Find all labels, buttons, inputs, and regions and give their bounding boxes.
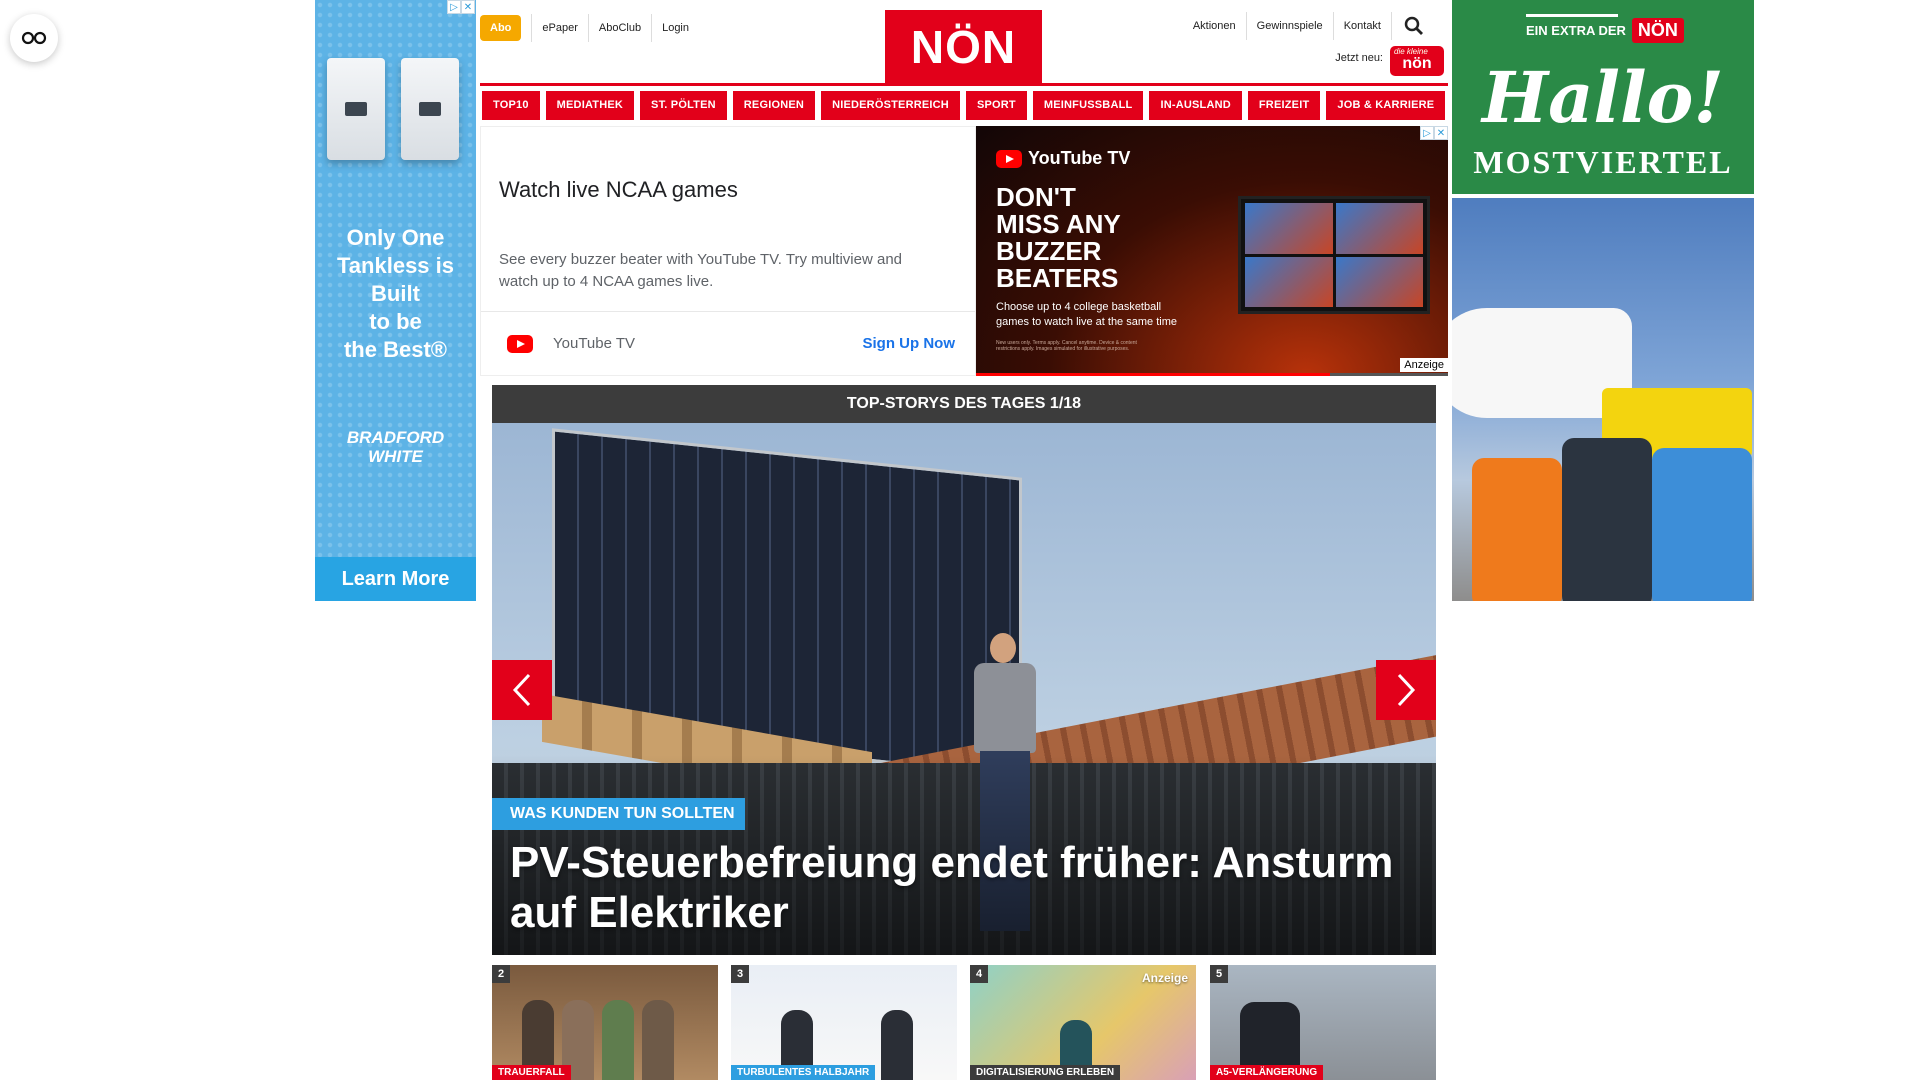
suitcase <box>1652 448 1752 601</box>
jetzt-neu-label: Jetzt neu: <box>1335 52 1383 64</box>
ad-description: See every buzzer beater with YouTube TV.… <box>499 251 903 290</box>
extra-der-noen: EIN EXTRA DER NÖN <box>1526 14 1684 43</box>
nav-item-niederoesterreich[interactable]: NIEDERÖSTERREICH <box>821 91 960 120</box>
aboclub-link[interactable]: AboClub <box>587 14 651 42</box>
decorative-line <box>1526 14 1618 17</box>
banner-fine-print: New users only. Terms apply. Cancel anyt… <box>996 340 1137 352</box>
badge-small-text: die kleine <box>1394 47 1428 56</box>
thumb-number: 2 <box>492 965 510 983</box>
banner-headline: DON'T MISS ANY BUZZER BEATERS <box>996 182 1121 293</box>
person-figure <box>642 1000 674 1080</box>
youtube-tv-logo: YouTube TV <box>996 148 1130 169</box>
extra-label: EIN EXTRA DER <box>1526 23 1626 38</box>
die-kleine-noen-badge[interactable]: die kleine nön <box>1390 46 1444 76</box>
water-heater-image <box>401 58 459 160</box>
thumb-label: TURBULENTES HALBJAHR <box>731 1065 876 1080</box>
worker-head <box>990 633 1016 663</box>
hallo-title: Hallo! <box>1481 56 1725 139</box>
learn-more-button[interactable]: Learn More <box>315 557 476 601</box>
slider-prev-button[interactable] <box>492 660 552 720</box>
banner-progress-bar <box>976 373 1448 376</box>
ad-title[interactable]: Watch live NCAA games <box>499 177 738 203</box>
youtube-tv-text-ad[interactable]: Watch live NCAA games See every buzzer b… <box>480 126 976 376</box>
left-skyscraper-ad[interactable]: ▷ ✕ Only One Tankless is Built to be the… <box>315 0 476 601</box>
banner-subtext: Choose up to 4 college basketball games … <box>996 301 1177 328</box>
thumb-label: TRAUERFALL <box>492 1065 571 1080</box>
game-tile <box>1335 256 1423 307</box>
multiview-tv-image <box>1238 196 1430 314</box>
game-tile <box>1335 203 1423 254</box>
thumb-number: 3 <box>731 965 749 983</box>
nav-item-in-ausland[interactable]: IN-AUSLAND <box>1149 91 1242 120</box>
region-title: MOSTVIERTEL <box>1473 144 1733 180</box>
person-figure <box>881 1010 913 1080</box>
adchoices-icon[interactable]: ▷ <box>1420 126 1434 140</box>
abo-button[interactable]: Abo <box>480 15 522 41</box>
thumb-label: DIGITALISIERUNG ERLEBEN <box>970 1065 1121 1080</box>
thumb-number: 5 <box>1210 965 1228 983</box>
main-navigation: TOP10 MEDIATHEK ST. PÖLTEN REGIONEN NIED… <box>482 91 1446 120</box>
ad-tagline: Only One Tankless is Built to be the Bes… <box>337 225 454 362</box>
login-link[interactable]: Login <box>651 14 699 42</box>
nav-item-job-karriere[interactable]: JOB & KARRIERE <box>1326 91 1446 120</box>
suitcase <box>1472 458 1562 601</box>
game-tile <box>1245 256 1333 307</box>
anzeige-label: Anzeige <box>1400 358 1448 372</box>
noen-logo: NÖN <box>1631 18 1684 43</box>
nav-item-top10[interactable]: TOP10 <box>482 91 540 120</box>
story-thumb[interactable]: 3 TURBULENTES HALBJAHR <box>731 965 957 1080</box>
banner-progress-fill <box>976 373 1330 376</box>
story-kicker[interactable]: WAS KUNDEN TUN SOLLTEN <box>492 798 745 830</box>
header-left-links: Abo ePaper AboClub Login <box>480 14 699 42</box>
ad-divider <box>481 311 975 312</box>
airport-luggage-ad[interactable] <box>1452 198 1754 601</box>
search-icon[interactable] <box>1404 16 1424 36</box>
top-stories-heading: TOP-STORYS DES TAGES 1/18 <box>492 385 1436 423</box>
ad-brand: YouTube TV <box>553 335 636 352</box>
nav-item-meinfussball[interactable]: MEINFUSSBALL <box>1032 91 1144 120</box>
slider-next-button[interactable] <box>1376 660 1436 720</box>
story-thumb[interactable]: 5 A5-VERLÄNGERUNG <box>1210 965 1436 1080</box>
nav-item-st-poelten[interactable]: ST. PÖLTEN <box>640 91 727 120</box>
youtube-tv-logo-text: YouTube TV <box>1028 148 1131 168</box>
hallo-mostviertel-ad[interactable]: EIN EXTRA DER NÖN Hallo! MOSTVIERTEL <box>1452 0 1754 194</box>
sign-up-now-button[interactable]: Sign Up Now <box>863 335 956 352</box>
suitcase <box>1562 438 1652 601</box>
youtube-icon <box>996 149 1022 168</box>
thumb-number: 4 <box>970 965 988 983</box>
epaper-link[interactable]: ePaper <box>531 14 587 42</box>
youtube-tv-banner-ad[interactable]: ▷ ✕ YouTube TV DON'T MISS ANY BUZZER BEA… <box>976 126 1448 376</box>
story-thumb[interactable]: 2 TRAUERFALL <box>492 965 718 1080</box>
aktionen-link[interactable]: Aktionen <box>1183 12 1247 40</box>
header-divider <box>480 83 1448 86</box>
game-tile <box>1245 203 1333 254</box>
worker-shirt <box>974 663 1036 753</box>
ad-brand-logo: BRADFORD WHITE <box>346 428 445 466</box>
anzeige-label: Anzeige <box>1141 971 1188 985</box>
adchoices-icon[interactable]: ▷ <box>447 0 461 14</box>
badge-text: nön <box>1402 55 1432 72</box>
reader-mode-button[interactable] <box>10 14 58 62</box>
story-thumb[interactable]: 4 Anzeige DIGITALISIERUNG ERLEBEN <box>970 965 1196 1080</box>
nav-item-mediathek[interactable]: MEDIATHEK <box>545 91 635 120</box>
chevron-left-icon <box>512 673 531 707</box>
nav-item-sport[interactable]: SPORT <box>965 91 1027 120</box>
ad-close-icon[interactable]: ✕ <box>461 0 475 14</box>
nav-item-regionen[interactable]: REGIONEN <box>732 91 816 120</box>
youtube-icon <box>507 335 533 353</box>
person-figure <box>602 1000 634 1080</box>
site-logo[interactable]: NÖN <box>885 10 1042 84</box>
header-right-links: Aktionen Gewinnspiele Kontakt <box>1183 12 1424 40</box>
gewinnspiele-link[interactable]: Gewinnspiele <box>1247 12 1334 40</box>
story-headline[interactable]: PV-Steuerbefreiung endet früher: Ansturm… <box>510 838 1430 938</box>
ad-close-icon[interactable]: ✕ <box>1434 126 1448 140</box>
water-heater-image <box>327 58 385 160</box>
glasses-icon <box>21 31 47 45</box>
thumb-label: A5-VERLÄNGERUNG <box>1210 1065 1324 1080</box>
chevron-right-icon <box>1397 673 1416 707</box>
nav-item-freizeit[interactable]: FREIZEIT <box>1247 91 1321 120</box>
kontakt-link[interactable]: Kontakt <box>1334 12 1392 40</box>
